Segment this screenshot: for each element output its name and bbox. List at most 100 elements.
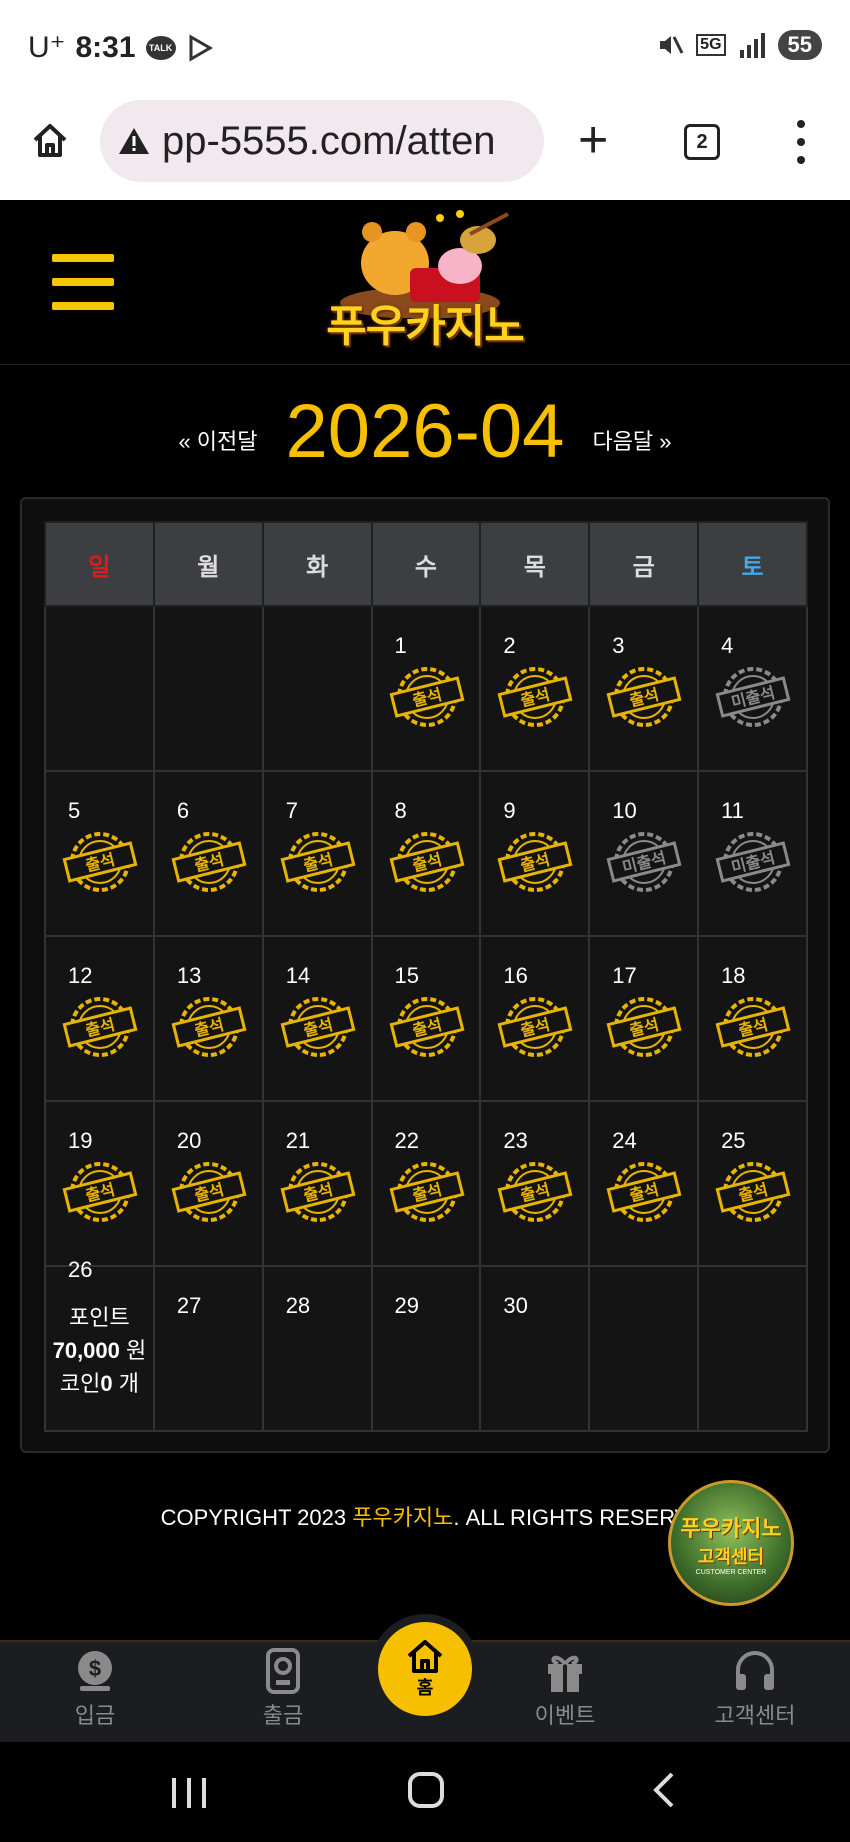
gift-icon [548,1655,582,1692]
day-number: 5 [68,798,81,823]
new-tab-icon[interactable]: + [578,110,608,170]
prev-month-link[interactable]: « 이전달 [178,424,257,456]
warning-icon[interactable] [118,126,150,156]
calendar-day-27[interactable]: 27 [152,1265,264,1432]
attended-stamp-icon: 출석 [389,1162,465,1222]
current-month-title: 2026-04 [285,389,565,474]
calendar-day-16[interactable]: 16 출석 [479,935,591,1102]
attended-stamp-icon: 출석 [606,1162,682,1222]
back-icon[interactable] [652,1772,676,1808]
calendar-day-12[interactable]: 12 출석 [44,935,155,1102]
attended-stamp-icon: 출석 [497,1162,573,1222]
day-number: 25 [721,1128,746,1153]
day-number: 12 [68,963,93,988]
system-navigation-bar [0,1742,850,1842]
calendar-day-2[interactable]: 2 출석 [479,605,591,772]
day-number: 17 [612,963,637,988]
site-header: 푸우카지노 [0,200,850,365]
nav-event[interactable]: 이벤트 [505,1648,625,1738]
calendar-day-17[interactable]: 17 출석 [588,935,700,1102]
calendar-empty-cell [261,605,373,772]
calendar-day-25[interactable]: 25 출석 [697,1100,808,1267]
calendar-day-19[interactable]: 19 출석 [44,1100,155,1267]
attended-stamp-icon: 출석 [62,997,138,1057]
money-bag-icon: $ [78,1651,112,1691]
attended-stamp-icon: 출석 [497,667,573,727]
reward-summary: 포인트 70,000 원 코인0 개 [46,1301,153,1400]
signal-icon [739,33,765,58]
weekday-tue: 화 [261,521,373,607]
day-number: 27 [176,1293,202,1318]
system-home-icon[interactable] [408,1772,444,1808]
calendar-week-row: 5 출석 6 출석 7 출석 8 출석 9 출석 10 미출석 11 미출석 [44,770,808,937]
weekday-wed: 수 [370,521,482,607]
attended-stamp-icon: 출석 [171,997,247,1057]
day-number: 6 [176,798,190,823]
attended-stamp-icon: 출석 [497,832,573,892]
attended-stamp-icon: 출석 [280,1162,356,1222]
address-bar[interactable]: pp-5555.com/atten [100,100,544,182]
day-number: 20 [176,1128,202,1153]
calendar-empty-cell [152,605,264,772]
absent-stamp-icon: 미출석 [715,832,791,892]
coin-value: 코인0 개 [59,1371,139,1396]
calendar-day-4[interactable]: 4 미출석 [697,605,808,772]
day-number: 14 [285,963,311,988]
day-number: 4 [721,633,734,658]
calendar-day-18[interactable]: 18 출석 [697,935,808,1102]
calendar-day-21[interactable]: 21 출석 [261,1100,373,1267]
calendar-day-9[interactable]: 9 출석 [479,770,591,937]
day-number: 30 [503,1293,528,1318]
calendar-day-3[interactable]: 3 출석 [588,605,700,772]
day-number: 8 [394,798,407,823]
copyright-brand: 푸우카지노 [352,1505,454,1530]
nav-event-label: 이벤트 [534,1703,596,1728]
calendar-day-7[interactable]: 7 출석 [261,770,373,937]
attended-stamp-icon: 출석 [62,1162,138,1222]
calendar-day-29[interactable]: 29 [370,1265,482,1432]
calendar-day-8[interactable]: 8 출석 [370,770,482,937]
home-icon[interactable] [30,120,70,160]
calendar-day-28[interactable]: 28 [261,1265,373,1432]
day-number: 15 [394,963,420,988]
nav-support[interactable]: 고객센터 [695,1648,815,1738]
next-month-link[interactable]: 다음달 » [592,424,671,456]
calendar-day-23[interactable]: 23 출석 [479,1100,591,1267]
absent-stamp-icon: 미출석 [715,667,791,727]
calendar-day-22[interactable]: 22 출석 [370,1100,482,1267]
calendar-day-10[interactable]: 10 미출석 [588,770,700,937]
hamburger-menu-icon[interactable] [52,254,114,310]
calendar-day-1[interactable]: 1 출석 [370,605,482,772]
calendar-day-5[interactable]: 5 출석 [44,770,155,937]
more-menu-icon[interactable] [794,120,808,164]
calendar-day-24[interactable]: 24 출석 [588,1100,700,1267]
attended-stamp-icon: 출석 [62,832,138,892]
calendar-day-26[interactable]: 26 포인트 70,000 원 코인0 개 [44,1257,155,1432]
calendar-day-6[interactable]: 6 출석 [152,770,264,937]
carrier-label: U⁺ [28,31,66,64]
tab-count-button[interactable]: 2 [684,124,720,160]
atm-icon [266,1648,300,1694]
play-store-icon [189,33,213,62]
recent-apps-icon[interactable] [172,1778,206,1808]
calendar-day-20[interactable]: 20 출석 [152,1100,264,1267]
day-number: 28 [285,1293,311,1318]
day-number: 19 [68,1128,93,1153]
customer-center-badge[interactable]: 푸우카지노 고객센터 CUSTOMER CENTER [668,1480,794,1606]
attended-stamp-icon: 출석 [606,667,682,727]
calendar-day-14[interactable]: 14 출석 [261,935,373,1102]
status-time: 8:31 [75,30,136,64]
calendar-day-11[interactable]: 11 미출석 [697,770,808,937]
calendar-empty-cell [588,1265,700,1432]
calendar-day-13[interactable]: 13 출석 [152,935,264,1102]
day-number: 18 [721,963,746,988]
weekday-fri: 금 [588,521,700,607]
nav-deposit[interactable]: $ 입금 [35,1648,155,1738]
nav-withdraw[interactable]: 출금 [223,1648,343,1738]
calendar-day-30[interactable]: 30 [479,1265,591,1432]
day-number: 11 [721,798,744,823]
calendar-day-15[interactable]: 15 출석 [370,935,482,1102]
nav-home[interactable]: 홈 [378,1622,472,1716]
attended-stamp-icon: 출석 [171,832,247,892]
site-logo[interactable]: 푸우카지노 [310,208,540,358]
